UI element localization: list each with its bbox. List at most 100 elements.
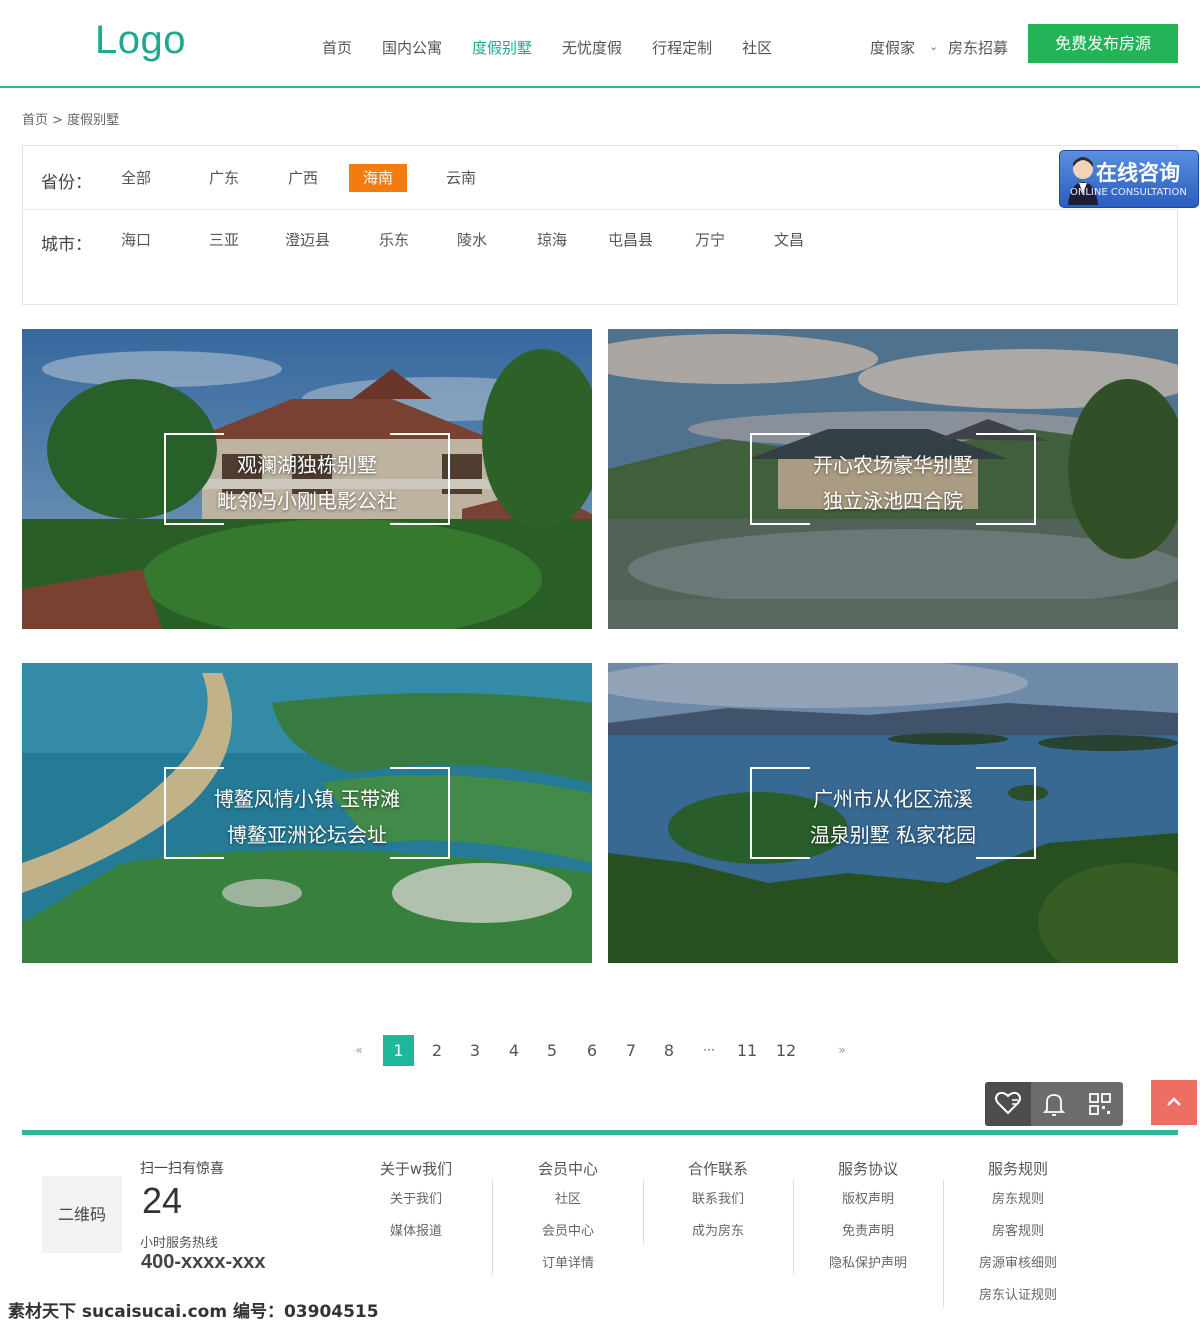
- province-option[interactable]: 广东: [195, 164, 253, 192]
- prev-page-button[interactable]: «: [349, 1035, 369, 1066]
- city-option[interactable]: 澄迈县: [271, 226, 344, 254]
- footer-link[interactable]: 会员中心: [493, 1216, 643, 1248]
- nav-item-community[interactable]: 社区: [742, 37, 772, 58]
- footer-link[interactable]: 房客规则: [943, 1216, 1093, 1248]
- listing-card[interactable]: 博鳌风情小镇 玉带滩 博鳌亚洲论坛会址: [22, 663, 592, 963]
- service-hours: 24: [142, 1180, 183, 1221]
- caption-frame: 开心农场豪华别墅 独立泳池四合院: [750, 433, 1036, 525]
- footer-link[interactable]: 房源审核细则: [943, 1248, 1093, 1280]
- footer-link[interactable]: 隐私保护声明: [793, 1248, 943, 1280]
- hotline-label: 小时服务热线: [140, 1236, 219, 1251]
- city-option[interactable]: 文昌: [760, 226, 818, 254]
- card-caption: 观澜湖独栋别墅 毗邻冯小刚电影公社: [164, 447, 450, 519]
- footer-link[interactable]: 社区: [493, 1184, 643, 1216]
- page-link[interactable]: 7: [621, 1035, 641, 1066]
- footer-column-title: 合作联系: [687, 1160, 748, 1178]
- floating-toolbar: [985, 1082, 1123, 1126]
- province-label: 省份：: [41, 173, 92, 193]
- footer-column-title: 服务规则: [987, 1160, 1048, 1178]
- footer-link[interactable]: 房东规则: [943, 1184, 1093, 1216]
- footer-column-cooperation: 合作联系 联系我们 成为房东: [643, 1158, 793, 1248]
- user-menu[interactable]: 度假家: [870, 37, 915, 58]
- city-option[interactable]: 三亚: [195, 226, 253, 254]
- site-logo[interactable]: Logo: [95, 18, 186, 63]
- page-link[interactable]: 2: [427, 1035, 447, 1066]
- footer-column-about: 关于w我们 关于我们 媒体报道: [341, 1158, 491, 1248]
- next-page-button[interactable]: »: [832, 1035, 852, 1066]
- pagination: « 1 2 3 4 5 6 7 8 ··· 11 12 »: [345, 1035, 865, 1066]
- card-title: 博鳌风情小镇 玉带滩: [213, 787, 401, 811]
- page-ellipsis: ···: [703, 1043, 715, 1057]
- page-link[interactable]: 8: [659, 1035, 679, 1066]
- nav-item-villas[interactable]: 度假别墅: [472, 37, 532, 58]
- footer-divider: [22, 1130, 1178, 1135]
- footer-column-title: 服务协议: [837, 1160, 898, 1178]
- listing-card[interactable]: 观澜湖独栋别墅 毗邻冯小刚电影公社: [22, 329, 592, 629]
- city-option[interactable]: 万宁: [681, 226, 739, 254]
- nav-item-home[interactable]: 首页: [322, 37, 352, 58]
- footer-column-rules: 服务规则 房东规则 房客规则 房源审核细则 房东认证规则: [943, 1158, 1093, 1312]
- online-consultation-button[interactable]: 在线咨询 ONLINE CONSULTATION: [1059, 150, 1199, 208]
- chevron-up-icon: [1167, 1097, 1181, 1106]
- card-subtitle: 温泉别墅 私家花园: [809, 823, 977, 847]
- bell-icon[interactable]: [1031, 1082, 1077, 1126]
- breadcrumb: 首页 > 度假别墅: [22, 113, 120, 128]
- province-option[interactable]: 云南: [432, 164, 490, 192]
- caption-frame: 观澜湖独栋别墅 毗邻冯小刚电影公社: [164, 433, 450, 525]
- location-filter: 省份： 全部 广东 广西 海南 云南 城市： 海口 三亚 澄迈县 乐东 陵水 琼…: [22, 145, 1178, 305]
- province-option-selected[interactable]: 海南: [349, 164, 408, 192]
- footer-link[interactable]: 房东认证规则: [943, 1280, 1093, 1312]
- page-link[interactable]: 4: [504, 1035, 524, 1066]
- footer-link[interactable]: 联系我们: [643, 1184, 793, 1216]
- footer-link[interactable]: 媒体报道: [341, 1216, 491, 1248]
- footer-column-agreement: 服务协议 版权声明 免责声明 隐私保护声明: [793, 1158, 943, 1280]
- consult-subtitle: ONLINE CONSULTATION: [1070, 187, 1187, 198]
- page-link[interactable]: 5: [542, 1035, 562, 1066]
- page-link[interactable]: 12: [774, 1035, 798, 1066]
- city-option[interactable]: 屯昌县: [594, 226, 667, 254]
- nav-item-apartments[interactable]: 国内公寓: [382, 37, 442, 58]
- page-link[interactable]: 6: [582, 1035, 602, 1066]
- listing-card[interactable]: 广州市从化区流溪 温泉别墅 私家花园: [608, 663, 1178, 963]
- landlord-recruit-link[interactable]: 房东招募: [948, 37, 1008, 58]
- qrcode-icon[interactable]: [1077, 1082, 1123, 1126]
- scan-text: 扫一扫有惊喜: [140, 1161, 224, 1177]
- caption-frame: 广州市从化区流溪 温泉别墅 私家花园: [750, 767, 1036, 859]
- city-label: 城市：: [41, 235, 92, 255]
- page-link[interactable]: 11: [735, 1035, 759, 1066]
- footer-column-title: 会员中心: [537, 1160, 598, 1178]
- card-title: 广州市从化区流溪: [813, 787, 973, 811]
- site-header: Logo 首页 国内公寓 度假别墅 无忧度假 行程定制 社区 度假家 ⌄ 房东招…: [0, 0, 1200, 88]
- card-subtitle: 毗邻冯小刚电影公社: [217, 489, 397, 513]
- city-option[interactable]: 琼海: [523, 226, 581, 254]
- back-to-top-button[interactable]: [1151, 1080, 1197, 1125]
- province-option[interactable]: 全部: [107, 164, 165, 192]
- footer-link[interactable]: 成为房东: [643, 1216, 793, 1248]
- footer-column-member: 会员中心 社区 会员中心 订单详情: [493, 1158, 643, 1280]
- qr-code-placeholder: 二维码: [42, 1176, 122, 1253]
- footer-link[interactable]: 订单详情: [493, 1248, 643, 1280]
- footer-link[interactable]: 版权声明: [793, 1184, 943, 1216]
- province-filter-row: 省份： 全部 广东 广西 海南 云南: [23, 146, 1177, 210]
- page-link[interactable]: 3: [465, 1035, 485, 1066]
- publish-listing-button[interactable]: 免费发布房源: [1028, 24, 1178, 63]
- footer-link[interactable]: 免责声明: [793, 1216, 943, 1248]
- card-caption: 广州市从化区流溪 温泉别墅 私家花园: [750, 781, 1036, 853]
- chevron-down-icon[interactable]: ⌄: [929, 40, 938, 53]
- heart-chat-icon[interactable]: [985, 1082, 1031, 1126]
- card-subtitle: 博鳌亚洲论坛会址: [227, 823, 387, 847]
- city-option[interactable]: 陵水: [443, 226, 501, 254]
- city-option[interactable]: 乐东: [365, 226, 423, 254]
- nav-item-carefree[interactable]: 无忧度假: [562, 37, 622, 58]
- main-nav: 首页 国内公寓 度假别墅 无忧度假 行程定制 社区: [322, 37, 802, 58]
- nav-item-itinerary[interactable]: 行程定制: [652, 37, 712, 58]
- city-option[interactable]: 海口: [107, 226, 165, 254]
- card-title: 开心农场豪华别墅: [813, 453, 973, 477]
- consult-title: 在线咨询: [1096, 161, 1180, 185]
- card-caption: 开心农场豪华别墅 独立泳池四合院: [750, 447, 1036, 519]
- province-option[interactable]: 广西: [274, 164, 332, 192]
- listing-card[interactable]: 开心农场豪华别墅 独立泳池四合院: [608, 329, 1178, 629]
- card-subtitle: 独立泳池四合院: [823, 489, 963, 513]
- page-current[interactable]: 1: [383, 1035, 414, 1066]
- footer-link[interactable]: 关于我们: [341, 1184, 491, 1216]
